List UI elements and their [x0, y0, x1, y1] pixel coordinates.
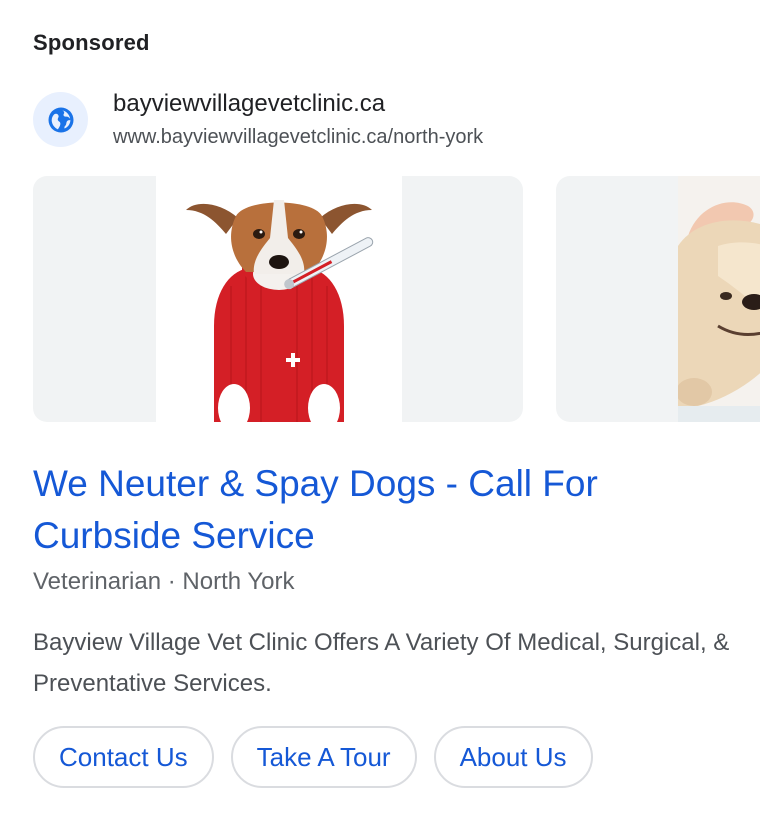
site-name[interactable]: bayviewvillagevetclinic.ca — [113, 90, 385, 118]
about-us-button[interactable]: About Us — [433, 726, 593, 788]
favicon — [33, 92, 88, 147]
ad-description: Bayview Village Vet Clinic Offers A Vari… — [33, 629, 730, 697]
retriever-image — [678, 176, 760, 422]
take-a-tour-button[interactable]: Take A Tour — [230, 726, 417, 788]
image-carousel[interactable] — [33, 176, 760, 422]
image-card[interactable] — [33, 176, 523, 422]
sponsored-ad: Sponsored bayviewvillagevetclinic.ca www… — [0, 0, 760, 822]
globe-icon — [48, 107, 73, 132]
image-card[interactable] — [556, 176, 760, 422]
site-url[interactable]: www.bayviewvillagevetclinic.ca/north-yor… — [113, 126, 483, 149]
sponsored-label: Sponsored — [33, 30, 150, 55]
dog-thermometer-image — [156, 176, 402, 422]
ad-headline-link[interactable]: We Neuter & Spay Dogs - Call For Curbsid… — [33, 458, 733, 562]
contact-us-button[interactable]: Contact Us — [33, 726, 214, 788]
sitelink-buttons: Contact Us Take A Tour About Us — [33, 726, 593, 788]
business-category: Veterinarian · North York — [33, 568, 295, 595]
ad-source[interactable]: bayviewvillagevetclinic.ca www.bayviewvi… — [33, 90, 733, 150]
